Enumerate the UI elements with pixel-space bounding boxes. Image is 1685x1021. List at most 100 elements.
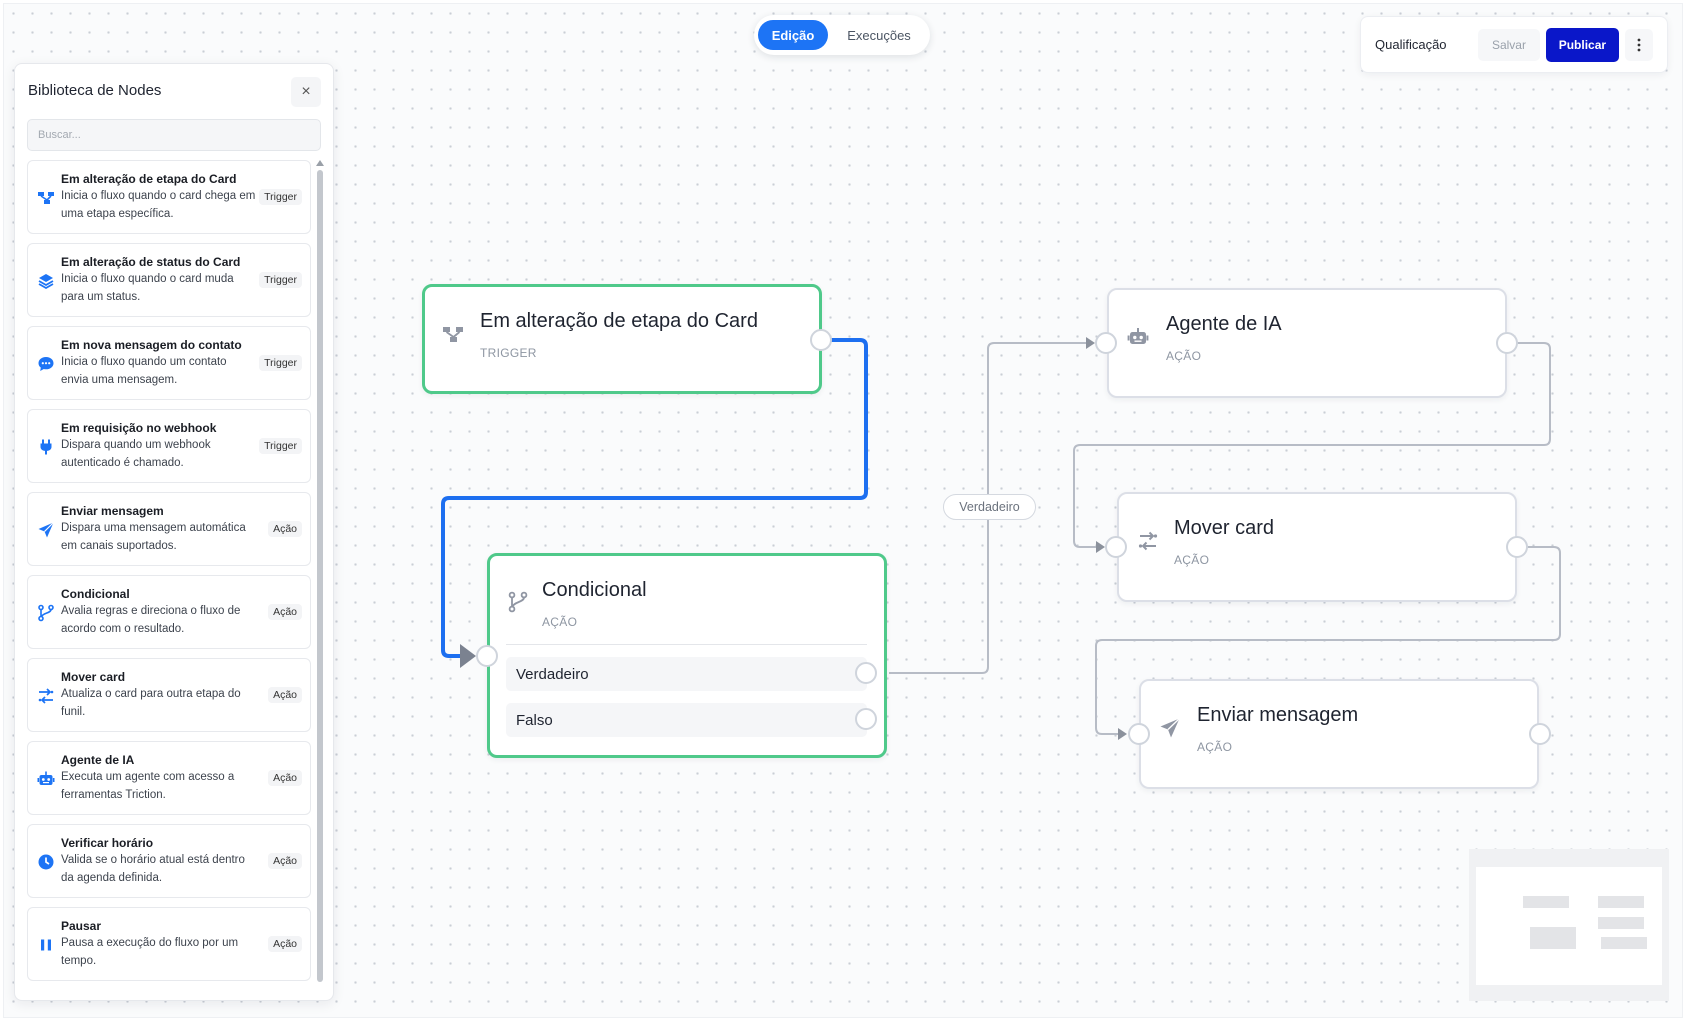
- node-type-label: AÇÃO: [1174, 553, 1210, 567]
- pause-icon: [41, 939, 51, 951]
- minimap-node: [1601, 937, 1647, 949]
- ai-agent-output-handle[interactable]: [1496, 332, 1518, 354]
- node-library-panel: Biblioteca de Nodes × Em alteração de et…: [14, 63, 334, 1001]
- library-item-name: Em alteração de status do Card: [61, 255, 241, 269]
- library-item-name: Em requisição no webhook: [61, 421, 217, 435]
- library-item-name: Verificar horário: [61, 836, 154, 850]
- branch-true-handle[interactable]: [855, 662, 877, 684]
- library-item-webhook[interactable]: Em requisição no webhook Dispara quando u…: [27, 409, 311, 483]
- library-item-check-time[interactable]: Verificar horário Valida se o horário atu…: [27, 824, 311, 898]
- library-item-stage-change[interactable]: Em alteração de etapa do Card Inicia o fl…: [27, 160, 311, 234]
- save-button[interactable]: Salvar: [1477, 28, 1541, 61]
- library-item-badge: Ação: [268, 687, 302, 703]
- node-move-card[interactable]: Mover card AÇÃO: [1117, 492, 1517, 602]
- branch-divider: [506, 644, 867, 645]
- move-card-output-handle[interactable]: [1506, 536, 1528, 558]
- library-item-badge: Ação: [268, 936, 302, 952]
- library-item-name: Em nova mensagem do contato: [61, 338, 242, 352]
- library-item-badge: Trigger: [259, 355, 302, 371]
- library-item-desc: Dispara uma mensagem automática em canai…: [61, 522, 246, 552]
- library-item-name: Em alteração de etapa do Card: [61, 172, 237, 186]
- more-options-button[interactable]: [1624, 28, 1653, 61]
- library-item-name: Mover card: [61, 670, 126, 684]
- library-item-desc: Pausa a execução do fluxo por um tempo.: [61, 937, 239, 967]
- search-input[interactable]: [27, 119, 321, 151]
- node-library-list: Em alteração de etapa do Card Inicia o fl…: [27, 160, 311, 990]
- library-item-desc: Dispara quando um webhook autenticado é …: [61, 439, 211, 469]
- node-title: Agente de IA: [1166, 313, 1282, 335]
- flow-toolbar: Qualificação Salvar Publicar: [1360, 16, 1668, 73]
- library-item-name: Pausar: [61, 919, 102, 933]
- trigger-output-handle[interactable]: [810, 329, 832, 351]
- minimap-node: [1523, 896, 1569, 908]
- send-message-output-handle[interactable]: [1529, 723, 1551, 745]
- branch-false-handle[interactable]: [855, 708, 877, 730]
- minimap-node: [1598, 917, 1644, 929]
- close-library-button[interactable]: ×: [291, 77, 321, 107]
- close-icon: ×: [301, 83, 311, 100]
- library-item-badge: Ação: [268, 770, 302, 786]
- node-conditional[interactable]: Condicional AÇÃO Verdadeiro Falso: [487, 553, 887, 758]
- scroll-up-arrow[interactable]: [316, 160, 324, 166]
- branch-true[interactable]: Verdadeiro: [506, 657, 867, 691]
- git-branch-icon: [38, 604, 54, 622]
- minimap-node: [1598, 896, 1644, 908]
- library-item-ai-agent[interactable]: Agente de IA Executa um agente com acesso…: [27, 741, 311, 815]
- more-vertical-icon: [1637, 38, 1641, 51]
- node-trigger[interactable]: Em alteração de etapa do Card TRIGGER: [422, 284, 822, 394]
- publish-button[interactable]: Publicar: [1546, 27, 1619, 62]
- node-send-message[interactable]: Enviar mensagem AÇÃO: [1139, 679, 1539, 789]
- node-title: Condicional: [542, 579, 647, 601]
- library-item-badge: Ação: [268, 604, 302, 620]
- library-item-conditional[interactable]: Condicional Avalia regras e direciona o f…: [27, 575, 311, 649]
- library-item-name: Condicional: [61, 587, 130, 601]
- edge-label-true[interactable]: Verdadeiro: [943, 494, 1036, 520]
- node-type-label: AÇÃO: [1197, 740, 1233, 754]
- ai-agent-input-handle[interactable]: [1095, 332, 1117, 354]
- node-title: Mover card: [1174, 517, 1275, 539]
- library-item-pause[interactable]: Pausar Pausa a execução do fluxo por um t…: [27, 907, 311, 981]
- library-item-name: Agente de IA: [61, 753, 135, 767]
- library-item-badge: Trigger: [259, 438, 302, 454]
- library-item-desc: Atualiza o card para outra etapa do funi…: [61, 688, 241, 718]
- library-item-badge: Ação: [268, 521, 302, 537]
- library-item-status-change[interactable]: Em alteração de status do Card Inicia o f…: [27, 243, 311, 317]
- node-type-label: TRIGGER: [480, 346, 537, 360]
- library-item-badge: Ação: [268, 853, 302, 869]
- node-title: Em alteração de etapa do Card: [480, 310, 758, 332]
- mode-switch: Edição Execuções: [754, 15, 930, 55]
- layers-icon: [38, 274, 54, 290]
- library-item-badge: Trigger: [259, 272, 302, 288]
- node-type-label: AÇÃO: [1166, 349, 1202, 363]
- tab-edit[interactable]: Edição: [758, 20, 828, 50]
- node-title: Enviar mensagem: [1197, 704, 1359, 726]
- library-item-new-message[interactable]: Em nova mensagem do contato Inicia o flux…: [27, 326, 311, 400]
- library-item-desc: Executa um agente com acesso a ferrament…: [61, 771, 235, 801]
- move-arrows-icon: [1138, 531, 1158, 551]
- node-type-label: AÇÃO: [542, 615, 578, 629]
- node-ai-agent[interactable]: Agente de IA AÇÃO: [1107, 288, 1507, 398]
- plug-icon: [40, 439, 52, 455]
- library-title: Biblioteca de Nodes: [28, 82, 162, 99]
- git-branch-icon: [508, 591, 528, 613]
- library-scrollbar[interactable]: [317, 170, 323, 982]
- robot-icon: [1127, 328, 1149, 344]
- conditional-input-handle[interactable]: [476, 645, 498, 667]
- stage-change-icon: [38, 192, 54, 204]
- branch-false[interactable]: Falso: [506, 703, 867, 737]
- library-item-desc: Avalia regras e direciona o fluxo de aco…: [61, 605, 241, 635]
- minimap-node: [1530, 927, 1576, 949]
- tab-executions[interactable]: Execuções: [832, 20, 926, 50]
- clock-icon: [38, 854, 54, 870]
- robot-icon: [37, 771, 55, 785]
- stage-change-icon: [443, 327, 463, 342]
- send-icon: [38, 522, 54, 538]
- move-card-input-handle[interactable]: [1105, 536, 1127, 558]
- chat-bubble-icon: [38, 357, 54, 371]
- library-item-move-card[interactable]: Mover card Atualiza o card para outra eta…: [27, 658, 311, 732]
- send-message-input-handle[interactable]: [1128, 723, 1150, 745]
- minimap[interactable]: [1469, 849, 1669, 1001]
- library-item-desc: Inicia o fluxo quando o card chega em um…: [61, 190, 256, 220]
- move-arrows-icon: [38, 688, 54, 704]
- library-item-send-message[interactable]: Enviar mensagem Dispara uma mensagem auto…: [27, 492, 311, 566]
